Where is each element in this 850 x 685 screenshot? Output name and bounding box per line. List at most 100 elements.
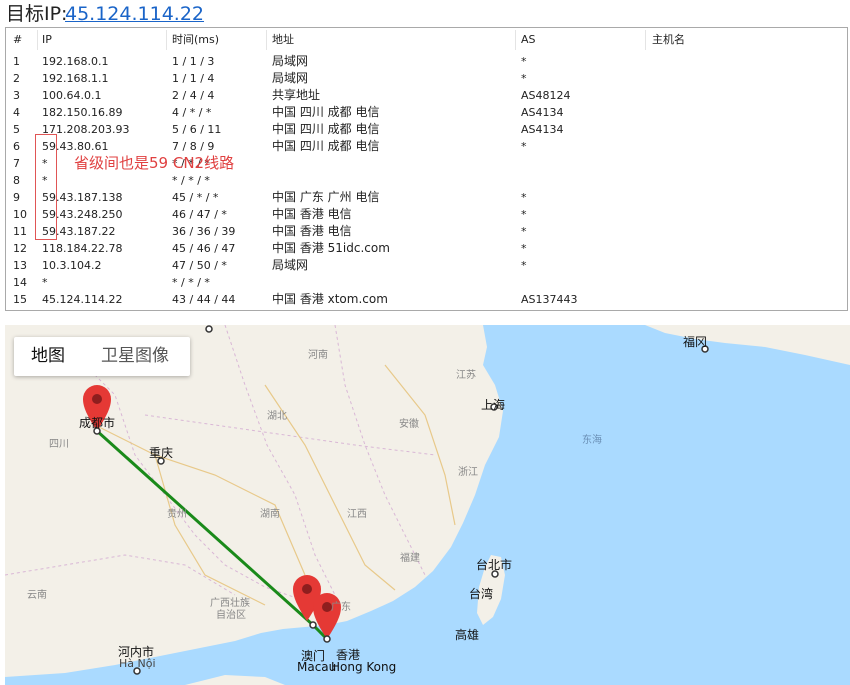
hainan-edge bbox=[185, 675, 285, 685]
hop-number: 13 bbox=[13, 259, 27, 272]
hop-as: AS4134 bbox=[521, 106, 564, 119]
table-row[interactable]: 15 45.124.114.22 43 / 44 / 44 中国 香港 xtom.co… bbox=[6, 291, 847, 308]
target-ip-label: 目标IP: bbox=[6, 3, 68, 25]
col-separator bbox=[37, 30, 38, 50]
map-label-donghai: 东海 bbox=[582, 435, 602, 446]
col-header-address[interactable]: 地址 bbox=[272, 32, 294, 48]
map-label-hanoi-en: Hà Nội bbox=[119, 657, 156, 670]
table-row[interactable]: 5 171.208.203.93 5 / 6 / 11 中国 四川 成都 电信 AS41… bbox=[6, 121, 847, 138]
hop-latency: 1 / 1 / 4 bbox=[172, 72, 215, 85]
map-label-guizhou: 贵州 bbox=[167, 509, 187, 520]
hop-number: 8 bbox=[13, 174, 20, 187]
hop-latency: 45 / * / * bbox=[172, 191, 219, 204]
table-row[interactable]: 14 * * / * / * bbox=[6, 274, 847, 291]
hop-as: * bbox=[521, 259, 527, 272]
col-header-time[interactable]: 时间(ms) bbox=[172, 32, 219, 48]
map-type-switcher: 地图 卫星图像 bbox=[14, 337, 190, 376]
hop-number: 15 bbox=[13, 293, 27, 306]
hop-as: * bbox=[521, 140, 527, 153]
hop-address: 中国 香港 电信 bbox=[272, 207, 352, 221]
col-separator bbox=[515, 30, 516, 50]
table-row[interactable]: 2 192.168.1.1 1 / 1 / 4 局域网 * bbox=[6, 70, 847, 87]
hop-address: 局域网 bbox=[272, 258, 309, 272]
map-label-sichuan: 四川 bbox=[49, 439, 69, 450]
table-row[interactable]: 12 118.184.22.78 45 / 46 / 47 中国 香港 51idc.c… bbox=[6, 240, 847, 257]
map-label-guangdong: 广东 bbox=[331, 602, 351, 613]
hop-as: AS48124 bbox=[521, 89, 571, 102]
table-row[interactable]: 9 59.43.187.138 45 / * / * 中国 广东 广州 电信 * bbox=[6, 189, 847, 206]
col-header-as[interactable]: AS bbox=[521, 32, 536, 48]
hop-as: * bbox=[521, 55, 527, 68]
map-tab-satellite[interactable]: 卫星图像 bbox=[101, 345, 169, 367]
map-label-fukuoka: 福冈 bbox=[683, 335, 708, 349]
map-label-fujian: 福建 bbox=[400, 553, 420, 564]
hop-latency: * / * / * bbox=[172, 174, 210, 187]
hop-as: * bbox=[521, 72, 527, 85]
map-label-zhejiang: 浙江 bbox=[458, 467, 478, 478]
col-header-num[interactable]: # bbox=[13, 32, 22, 48]
col-separator bbox=[166, 30, 167, 50]
hop-number: 14 bbox=[13, 276, 27, 289]
hop-address: 中国 四川 成都 电信 bbox=[272, 122, 380, 136]
hop-address: 中国 香港 51idc.com bbox=[272, 241, 390, 255]
map-label-gaoxiong: 高雄 bbox=[455, 628, 480, 642]
hop-ip: * bbox=[42, 276, 48, 289]
col-header-ip[interactable]: IP bbox=[42, 32, 52, 48]
hop-latency: 46 / 47 / * bbox=[172, 208, 227, 221]
hop-ip: 192.168.0.1 bbox=[42, 55, 109, 68]
table-row[interactable]: 8 * * / * / * bbox=[6, 172, 847, 189]
hop-address: 中国 四川 成都 电信 bbox=[272, 139, 380, 153]
table-row[interactable]: 3 100.64.0.1 2 / 4 / 4 共享地址 AS48124 bbox=[6, 87, 847, 104]
hop-ip: 171.208.203.93 bbox=[42, 123, 130, 136]
hop-number: 2 bbox=[13, 72, 20, 85]
hop-address: 局域网 bbox=[272, 54, 309, 68]
target-ip-bar: 目标IP: 45.124.114.22 bbox=[0, 0, 850, 27]
map-label-chengdu: 成都市 bbox=[79, 416, 116, 430]
map-label-henan: 河南 bbox=[308, 350, 328, 361]
mainland-land bbox=[5, 325, 503, 677]
map-label-yunnan: 云南 bbox=[27, 590, 47, 601]
route-map[interactable]: 地图 卫星图像 成都市 四川 重庆 贵州 湖南 湖北 河南 安徽 江苏 上海 浙… bbox=[5, 325, 850, 685]
table-row[interactable]: 10 59.43.248.250 46 / 47 / * 中国 香港 电信 * bbox=[6, 206, 847, 223]
hop-as: * bbox=[521, 225, 527, 238]
hop-number: 6 bbox=[13, 140, 20, 153]
map-label-chongqing: 重庆 bbox=[149, 446, 174, 460]
hop-number: 7 bbox=[13, 157, 20, 170]
hop-address: 局域网 bbox=[272, 71, 309, 85]
hop-ip: * bbox=[42, 157, 48, 170]
hop-number: 5 bbox=[13, 123, 20, 136]
map-label-shanghai: 上海 bbox=[481, 398, 506, 412]
hop-ip: 118.184.22.78 bbox=[42, 242, 123, 255]
hop-number: 9 bbox=[13, 191, 20, 204]
hop-number: 11 bbox=[13, 225, 27, 238]
table-row[interactable]: 4 182.150.16.89 4 / * / * 中国 四川 成都 电信 AS4134 bbox=[6, 104, 847, 121]
target-ip-link[interactable]: 45.124.114.22 bbox=[65, 2, 204, 26]
table-row[interactable]: 13 10.3.104.2 47 / 50 / * 局域网 * bbox=[6, 257, 847, 274]
hop-number: 1 bbox=[13, 55, 20, 68]
hop-ip: 59.43.187.22 bbox=[42, 225, 116, 238]
table-row[interactable]: 11 59.43.187.22 36 / 36 / 39 中国 香港 电信 * bbox=[6, 223, 847, 240]
hop-latency: 36 / 36 / 39 bbox=[172, 225, 236, 238]
col-header-hostname[interactable]: 主机名 bbox=[652, 32, 685, 48]
annotation-text: 省级间也是59 CN2线路 bbox=[74, 154, 235, 172]
map-label-hunan: 湖南 bbox=[260, 509, 280, 520]
hop-as: AS4134 bbox=[521, 123, 564, 136]
hop-number: 3 bbox=[13, 89, 20, 102]
hop-latency: 5 / 6 / 11 bbox=[172, 123, 222, 136]
map-tab-map[interactable]: 地图 bbox=[31, 345, 65, 367]
hop-number: 12 bbox=[13, 242, 27, 255]
hop-ip: 45.124.114.22 bbox=[42, 293, 123, 306]
hop-number: 4 bbox=[13, 106, 20, 119]
table-row[interactable]: 1 192.168.0.1 1 / 1 / 3 局域网 * bbox=[6, 53, 847, 70]
map-label-jiangsu: 江苏 bbox=[456, 370, 476, 381]
map-label-anhui: 安徽 bbox=[399, 419, 419, 430]
hop-address: 中国 香港 xtom.com bbox=[272, 292, 388, 306]
hop-address: 中国 四川 成都 电信 bbox=[272, 105, 380, 119]
hop-ip: 59.43.187.138 bbox=[42, 191, 123, 204]
hop-address: 中国 广东 广州 电信 bbox=[272, 190, 380, 204]
map-label-guangxi-region: 自治区 bbox=[216, 610, 246, 621]
hop-address: 中国 香港 电信 bbox=[272, 224, 352, 238]
hop-latency: 43 / 44 / 44 bbox=[172, 293, 236, 306]
map-label-jiangxi: 江西 bbox=[347, 509, 367, 520]
hop-ip: 10.3.104.2 bbox=[42, 259, 102, 272]
